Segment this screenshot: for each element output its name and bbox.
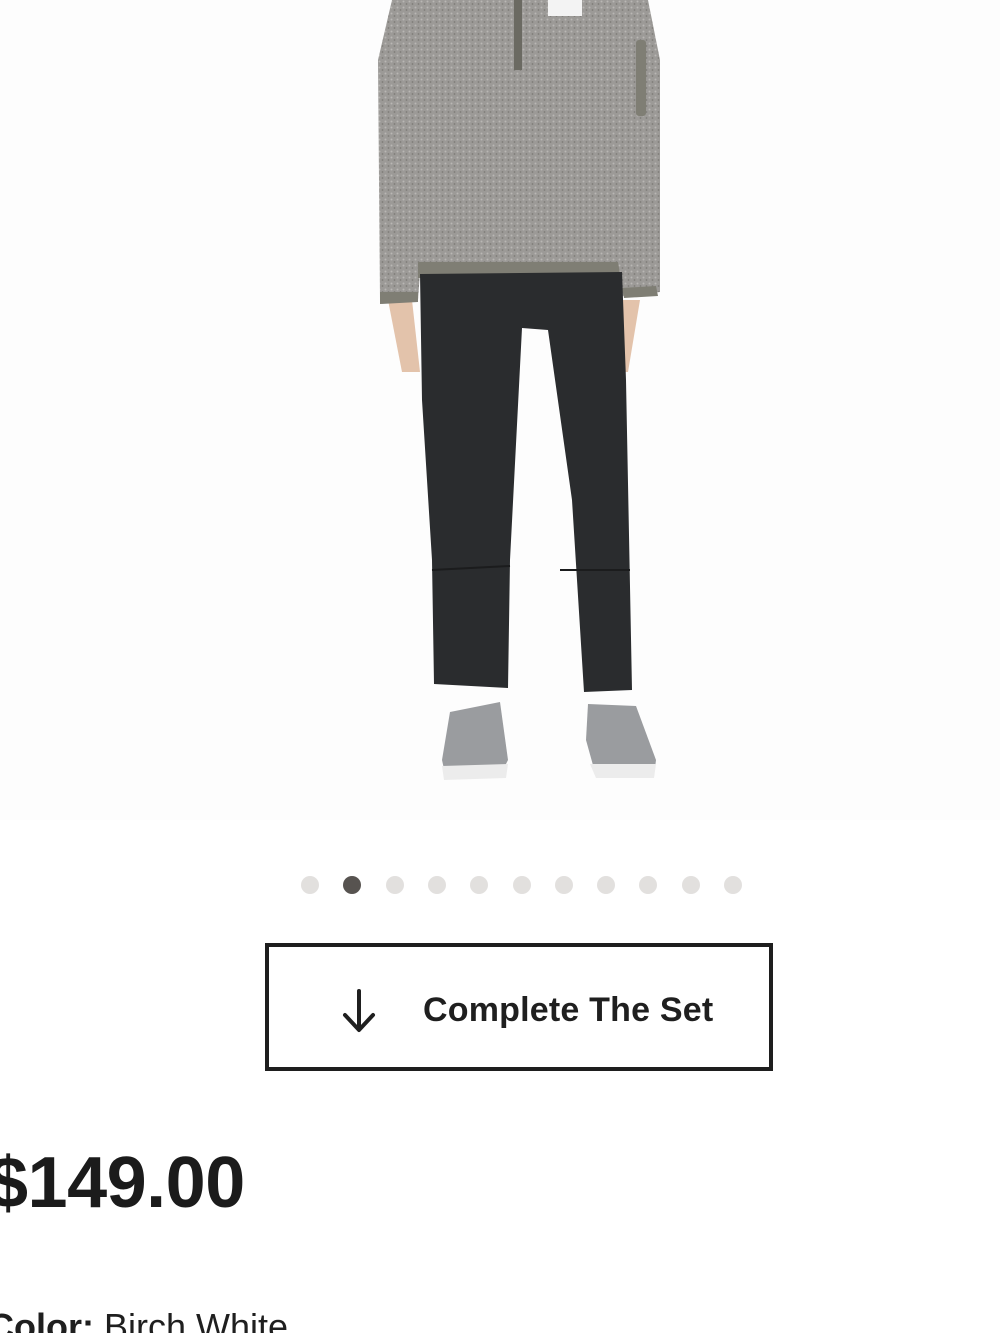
color-value: Birch White <box>104 1306 289 1333</box>
color-label: Color: <box>0 1306 94 1333</box>
product-photo-illustration <box>378 0 660 780</box>
product-page: Complete The Set $149.00 Color: Birch Wh… <box>0 0 1000 1333</box>
complete-the-set-button[interactable]: Complete The Set <box>265 943 773 1071</box>
product-price: $149.00 <box>0 1143 245 1223</box>
carousel-dot[interactable] <box>386 876 404 894</box>
carousel-dot[interactable] <box>724 876 742 894</box>
complete-the-set-label: Complete The Set <box>423 991 714 1029</box>
carousel-dot[interactable] <box>513 876 531 894</box>
carousel-dot[interactable] <box>343 876 361 894</box>
carousel-pagination <box>0 876 1000 896</box>
carousel-dot[interactable] <box>682 876 700 894</box>
color-selection: Color: Birch White <box>0 1306 288 1333</box>
carousel-dot[interactable] <box>428 876 446 894</box>
carousel-dot[interactable] <box>555 876 573 894</box>
carousel-dot[interactable] <box>301 876 319 894</box>
carousel-dot[interactable] <box>470 876 488 894</box>
product-image[interactable] <box>0 0 1000 820</box>
carousel-dot[interactable] <box>639 876 657 894</box>
arrow-down-icon <box>343 989 375 1032</box>
carousel-dot[interactable] <box>597 876 615 894</box>
